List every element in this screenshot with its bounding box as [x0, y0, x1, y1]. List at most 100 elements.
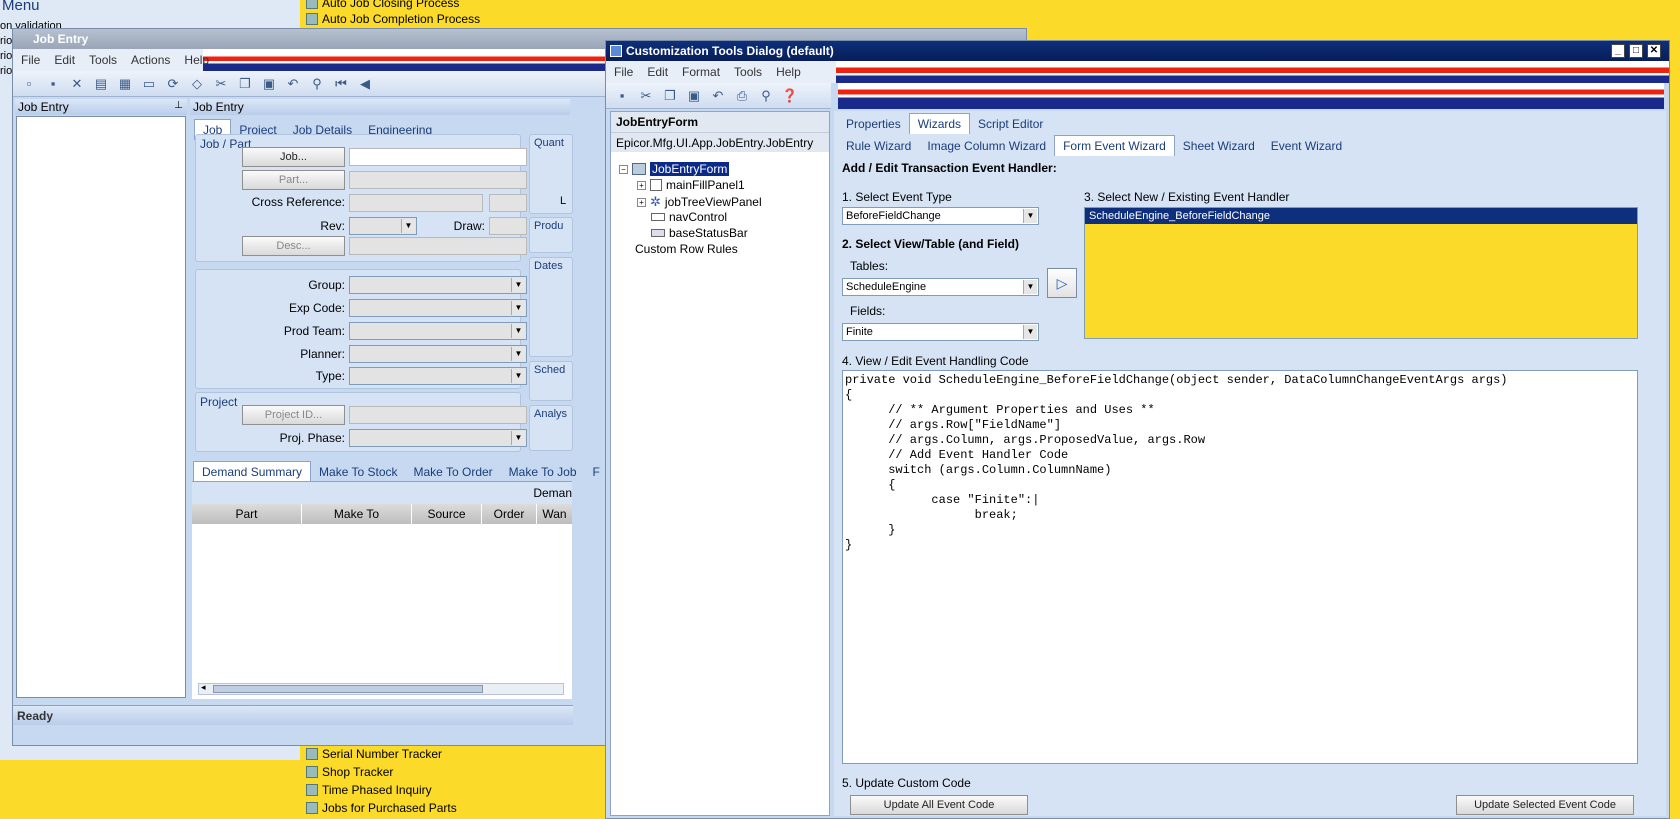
list-item[interactable]: Auto Job Completion Process — [306, 12, 480, 26]
menu-edit[interactable]: Edit — [647, 65, 668, 79]
handler-list[interactable]: ScheduleEngine_BeforeFieldChange — [1084, 207, 1638, 339]
col-make-to[interactable]: Make To — [302, 504, 412, 524]
delete-icon[interactable]: ✕ — [67, 74, 87, 94]
tree-node-mainfillpanel1[interactable]: + mainFillPanel1 — [637, 178, 745, 192]
menu-file[interactable]: File — [614, 65, 633, 79]
list-item[interactable]: Shop Tracker — [306, 765, 393, 779]
fields-select[interactable]: Finite ▼ — [842, 323, 1039, 341]
tab-wizards[interactable]: Wizards — [908, 113, 971, 134]
menu-edit[interactable]: Edit — [54, 53, 75, 67]
refresh-icon[interactable]: ⟳ — [163, 74, 183, 94]
scroll-left-icon[interactable]: ◂ — [201, 682, 206, 693]
prev-record-icon[interactable]: ◀ — [355, 74, 375, 94]
pin-icon[interactable]: ⊥ — [174, 100, 183, 111]
save-icon[interactable]: ▪ — [43, 74, 63, 94]
job-button[interactable]: Job... — [242, 147, 345, 167]
project-id-button[interactable]: Project ID... — [242, 405, 345, 425]
event-type-select[interactable]: BeforeFieldChange ▼ — [842, 207, 1039, 225]
save-icon[interactable]: ▪ — [612, 86, 632, 106]
print-icon[interactable]: ⎙ — [732, 86, 752, 106]
rev-select[interactable]: ▼ — [349, 217, 417, 235]
part-input[interactable] — [349, 171, 527, 189]
add-handler-button[interactable]: ▷ — [1047, 268, 1077, 298]
proj-phase-select[interactable]: ▼ — [349, 429, 527, 447]
paste-icon[interactable]: ▣ — [259, 74, 279, 94]
tab-sheet-wizard[interactable]: Sheet Wizard — [1175, 136, 1263, 156]
close-button[interactable]: ✕ — [1647, 44, 1661, 58]
list-item[interactable]: Jobs for Purchased Parts — [306, 801, 457, 815]
type-select[interactable]: ▼ — [349, 367, 527, 385]
attach-icon[interactable]: ▭ — [139, 74, 159, 94]
maximize-button[interactable]: □ — [1629, 44, 1643, 58]
grid-icon[interactable]: ▦ — [115, 74, 135, 94]
paste-icon[interactable]: ▣ — [684, 86, 704, 106]
tree-node-jobentryform[interactable]: − JobEntryForm — [619, 162, 730, 176]
cross-reference-input[interactable] — [349, 194, 483, 212]
menu-help[interactable]: Help — [184, 53, 209, 67]
handler-list-item[interactable]: ScheduleEngine_BeforeFieldChange — [1085, 208, 1637, 224]
update-all-event-code-button[interactable]: Update All Event Code — [850, 795, 1028, 815]
menu-format[interactable]: Format — [682, 65, 720, 79]
first-record-icon[interactable]: ⏮ — [331, 74, 351, 94]
tree-node-custom-row-rules[interactable]: Custom Row Rules — [635, 242, 738, 256]
menu-left-item[interactable]: rio — [0, 35, 12, 47]
col-warehouse[interactable]: Wan — [537, 504, 572, 524]
menu-tools[interactable]: Tools — [734, 65, 762, 79]
tab-form-event-wizard[interactable]: Form Event Wizard — [1054, 135, 1175, 156]
book-icon[interactable]: ▤ — [91, 74, 111, 94]
new-icon[interactable]: ▫ — [19, 74, 39, 94]
menu-tools[interactable]: Tools — [89, 53, 117, 67]
expand-icon[interactable]: + — [637, 180, 646, 190]
tree-pane-body[interactable] — [16, 116, 186, 698]
collapse-icon[interactable]: − — [619, 164, 628, 174]
group-select[interactable]: ▼ — [349, 276, 527, 294]
desc-button[interactable]: Desc... — [242, 236, 345, 256]
cut-icon[interactable]: ✂ — [636, 86, 656, 106]
cross-reference-extra[interactable] — [489, 194, 527, 212]
tab-rule-wizard[interactable]: Rule Wizard — [838, 136, 919, 156]
planner-select[interactable]: ▼ — [349, 345, 527, 363]
cut-icon[interactable]: ✂ — [211, 74, 231, 94]
tree-node-jobtreeviewpanel[interactable]: + ✲ jobTreeViewPanel — [637, 194, 762, 210]
code-editor[interactable]: private void ScheduleEngine_BeforeFieldC… — [842, 370, 1638, 764]
prod-team-select[interactable]: ▼ — [349, 322, 527, 340]
menu-left-item[interactable]: rio — [0, 50, 12, 62]
list-item[interactable]: Serial Number Tracker — [306, 747, 442, 761]
list-item[interactable]: Auto Job Closing Process — [306, 0, 459, 10]
project-id-input[interactable] — [349, 406, 527, 424]
copy-icon[interactable]: ❐ — [235, 74, 255, 94]
list-item[interactable]: Time Phased Inquiry — [306, 783, 432, 797]
desc-input[interactable] — [349, 237, 527, 255]
minimize-button[interactable]: _ — [1611, 44, 1625, 58]
binoculars-icon[interactable]: ⚲ — [307, 74, 327, 94]
update-selected-event-code-button[interactable]: Update Selected Event Code — [1456, 795, 1634, 815]
menu-help[interactable]: Help — [776, 65, 801, 79]
scroll-thumb[interactable] — [213, 685, 483, 693]
tab-make-to-job[interactable]: Make To Job — [501, 462, 585, 482]
menu-file[interactable]: File — [21, 53, 40, 67]
expand-icon[interactable]: + — [637, 197, 646, 207]
job-input[interactable] — [349, 148, 527, 166]
tab-demand-summary[interactable]: Demand Summary — [193, 461, 312, 482]
col-source[interactable]: Source — [412, 504, 482, 524]
tables-select[interactable]: ScheduleEngine ▼ — [842, 278, 1039, 296]
eraser-icon[interactable]: ◇ — [187, 74, 207, 94]
exp-code-select[interactable]: ▼ — [349, 299, 527, 317]
tab-image-column-wizard[interactable]: Image Column Wizard — [919, 136, 1054, 156]
undo-icon[interactable]: ↶ — [283, 74, 303, 94]
col-order[interactable]: Order — [482, 504, 537, 524]
part-button[interactable]: Part... — [242, 170, 345, 190]
tab-script-editor[interactable]: Script Editor — [970, 114, 1051, 134]
col-part[interactable]: Part — [192, 504, 302, 524]
help-icon[interactable]: ❓ — [780, 86, 800, 106]
tab-properties[interactable]: Properties — [838, 114, 909, 134]
tree-node-basestatusbar[interactable]: baseStatusBar — [651, 226, 748, 240]
draw-input[interactable] — [489, 217, 527, 235]
copy-icon[interactable]: ❐ — [660, 86, 680, 106]
preview-icon[interactable]: ⚲ — [756, 86, 776, 106]
tab-make-to-order[interactable]: Make To Order — [406, 462, 501, 482]
menu-actions[interactable]: Actions — [131, 53, 170, 67]
tab-event-wizard[interactable]: Event Wizard — [1263, 136, 1350, 156]
undo-icon[interactable]: ↶ — [708, 86, 728, 106]
menu-left-item[interactable]: rio — [0, 65, 12, 77]
